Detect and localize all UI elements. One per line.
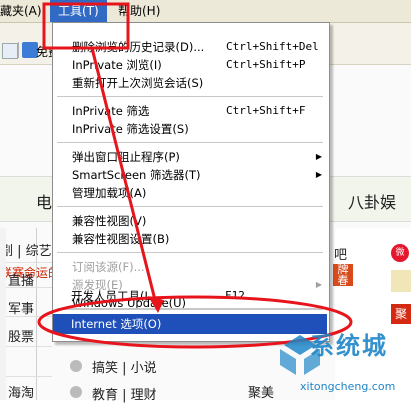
menu-item-label: 删除浏览的历史记录(D)... (72, 40, 205, 54)
dot-icon (70, 386, 82, 398)
menu-tools[interactable]: 工具(T) (50, 0, 107, 22)
menu-item-inprivate-filter[interactable]: InPrivate 筛选 Ctrl+Shift+F (54, 101, 328, 121)
menu-item-compat-view-settings[interactable]: 兼容性视图设置(B) (54, 229, 328, 249)
menu-item-label: 订阅该源(F)... (72, 260, 145, 274)
menu-help[interactable]: 帮助(H) (118, 0, 160, 22)
toolbar-icon[interactable] (2, 43, 18, 59)
menu-item-inprivate-browsing[interactable]: InPrivate 浏览(I) Ctrl+Shift+P (54, 55, 328, 75)
link-funny-novel[interactable]: 搞笑 | 小说 (92, 357, 157, 376)
menu-item-reopen-session[interactable]: 重新打开上次浏览会话(S) (54, 73, 328, 93)
menu-item-label: 兼容性视图(V) (72, 214, 147, 228)
weibo-icon[interactable]: 微 (391, 244, 409, 262)
dot-icon (70, 360, 82, 372)
watermark-url: xitongcheng.com (300, 380, 396, 393)
divider (0, 262, 52, 263)
menu-item-delete-history[interactable]: 删除浏览的历史记录(D)... Ctrl+Shift+Del (54, 37, 328, 57)
menu-item-label: InPrivate 筛选 (72, 104, 150, 118)
menu-item-label: 弹出窗口阻止程序(P) (72, 150, 180, 164)
menu-item-smartscreen[interactable]: SmartScreen 筛选器(T) ▶ (54, 165, 328, 185)
menu-separator (57, 252, 323, 253)
menu-item-label: 管理加载项(A) (72, 186, 147, 200)
left-edge (0, 228, 6, 400)
side-link-drama[interactable]: 剧 | 综艺 (0, 240, 52, 259)
side-link-stocks[interactable]: 股票 (8, 326, 34, 345)
nav-item-left[interactable]: 电 (36, 189, 52, 213)
red-square-text: 聚 (394, 307, 407, 321)
divider (0, 376, 52, 377)
menu-item-label: InPrivate 浏览(I) (72, 58, 162, 72)
menu-item-label: 兼容性视图设置(B) (72, 232, 170, 246)
menu-item-inprivate-filter-settings[interactable]: InPrivate 筛选设置(S) (54, 119, 328, 139)
menu-item-label: 重新打开上次浏览会话(S) (72, 76, 204, 90)
menu-item-label: Internet 选项(O) (71, 317, 162, 331)
menu-item-label: 开发人员工具(L) (71, 289, 156, 303)
promo-badge[interactable]: 牌 春 (333, 264, 353, 286)
menu-separator (57, 142, 323, 143)
red-square-icon[interactable]: 聚 (391, 304, 411, 324)
submenu-arrow-icon: ▶ (315, 152, 322, 161)
link-education-finance[interactable]: 教育 | 理财 (92, 384, 157, 403)
side-thumb (391, 270, 411, 292)
menu-separator (57, 308, 323, 309)
menu-item-popup-blocker[interactable]: 弹出窗口阻止程序(P) ▶ (54, 147, 328, 167)
menu-favorites[interactable]: 藏夹(A) (0, 0, 42, 22)
submenu-arrow-icon: ▶ (315, 170, 322, 179)
menu-item-dev-tools[interactable]: 开发人员工具(L) F12 (53, 286, 327, 306)
right-text-ba: 吧 (334, 248, 348, 263)
menu-separator (57, 309, 323, 310)
side-link-military[interactable]: 军事 (8, 298, 34, 317)
side-link-live[interactable]: 直播 (8, 270, 34, 289)
menu-item-label: InPrivate 筛选设置(S) (72, 122, 189, 136)
toolbar-divider (18, 42, 19, 58)
menu-item-subscribe-feed: 订阅该源(F)... (54, 257, 328, 277)
menu-item-compat-view[interactable]: 兼容性视图(V) (54, 211, 328, 231)
menu-separator (57, 96, 323, 97)
menu-item-shortcut: Ctrl+Shift+P (226, 58, 306, 71)
menu-item-manage-addons[interactable]: 管理加载项(A) (54, 183, 328, 203)
divider (0, 346, 52, 347)
menu-item-shortcut: Ctrl+Shift+F (226, 104, 306, 117)
menu-item-label: SmartScreen 筛选器(T) (72, 168, 201, 182)
nav-item-gossip[interactable]: 八卦娱 (348, 189, 396, 213)
menu-item-shortcut: F12 (225, 289, 245, 302)
side-link-shopping[interactable]: 海淘 (8, 382, 34, 401)
watermark-brand: 系统城 (310, 332, 388, 360)
menu-item-shortcut: Ctrl+Shift+Del (226, 40, 319, 53)
menu-separator (57, 206, 323, 207)
weibo-glyph: 微 (395, 248, 405, 258)
promo-line-2: 春 (337, 274, 349, 287)
